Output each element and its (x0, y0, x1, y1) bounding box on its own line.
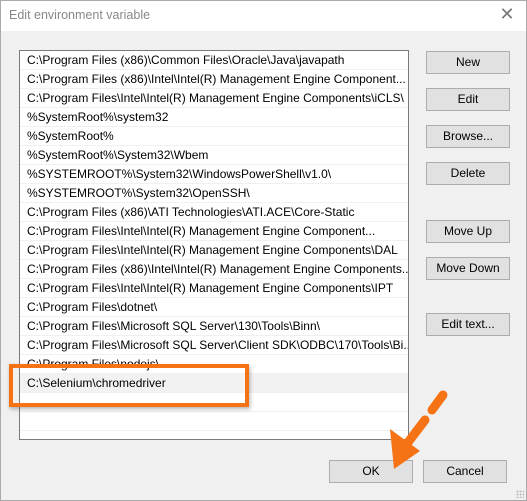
path-list-item[interactable]: C:\Program Files\Intel\Intel(R) Manageme… (20, 222, 408, 241)
path-list-item[interactable]: %SystemRoot%\System32\Wbem (20, 146, 408, 165)
path-list-item[interactable]: C:\Program Files\Microsoft SQL Server\Cl… (20, 336, 408, 355)
path-list-item[interactable]: C:\Program Files\Intel\Intel(R) Manageme… (20, 89, 408, 108)
move-down-button[interactable]: Move Down (426, 257, 510, 280)
path-list-item[interactable]: %SYSTEMROOT%\System32\WindowsPowerShell\… (20, 165, 408, 184)
highlight-box (9, 364, 249, 407)
browse-button[interactable]: Browse... (426, 125, 510, 148)
path-list-item[interactable]: C:\Program Files (x86)\ATI Technologies\… (20, 203, 408, 222)
path-list-item[interactable]: C:\Program Files (x86)\Common Files\Orac… (20, 51, 408, 70)
delete-button[interactable]: Delete (426, 162, 510, 185)
path-list-item[interactable]: C:\Program Files\dotnet\ (20, 298, 408, 317)
path-list-item[interactable]: %SystemRoot% (20, 127, 408, 146)
path-list-item[interactable]: C:\Program Files\Intel\Intel(R) Manageme… (20, 241, 408, 260)
close-icon[interactable]: ✕ (495, 4, 519, 25)
new-button[interactable]: New (426, 51, 510, 74)
path-list-item[interactable]: %SystemRoot%\system32 (20, 108, 408, 127)
path-list-item[interactable]: %SYSTEMROOT%\System32\OpenSSH\ (20, 184, 408, 203)
window-title: Edit environment variable (9, 8, 151, 22)
path-list-item[interactable]: C:\Program Files\Intel\Intel(R) Manageme… (20, 279, 408, 298)
path-list-item[interactable]: C:\Program Files\Microsoft SQL Server\13… (20, 317, 408, 336)
empty-list-row[interactable] (20, 412, 408, 431)
path-list-item[interactable]: C:\Program Files (x86)\Intel\Intel(R) Ma… (20, 70, 408, 89)
move-up-button[interactable]: Move Up (426, 220, 510, 243)
arrow-icon (390, 390, 448, 469)
edit-text-button[interactable]: Edit text... (426, 313, 510, 336)
empty-list-row[interactable] (20, 431, 408, 439)
edit-button[interactable]: Edit (426, 88, 510, 111)
path-list-item[interactable]: C:\Program Files (x86)\Intel\Intel(R) Ma… (20, 260, 408, 279)
resize-grip[interactable] (516, 490, 524, 498)
title-bar: Edit environment variable ✕ (0, 0, 527, 32)
